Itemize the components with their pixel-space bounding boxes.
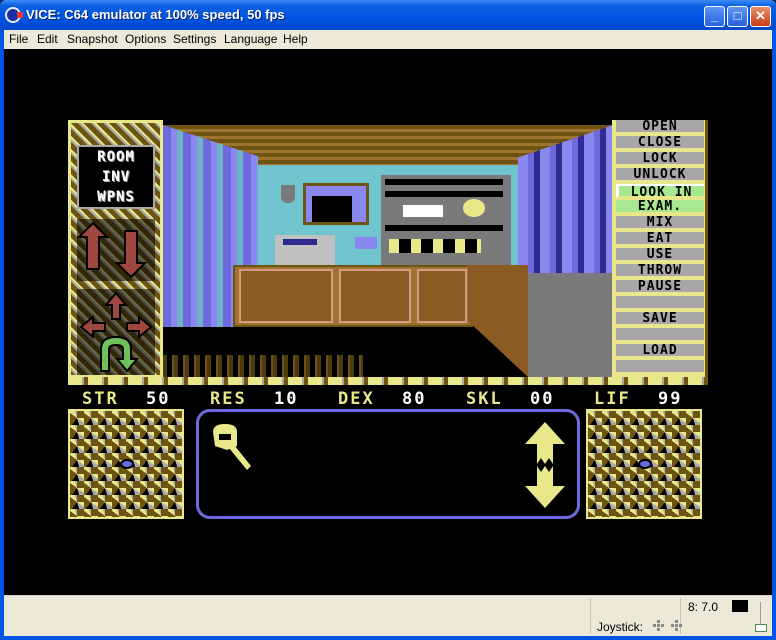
slider-thumb[interactable]: [755, 624, 767, 632]
vice-app-icon[interactable]: [5, 7, 23, 23]
drive-led-icon: [732, 600, 748, 612]
game-display[interactable]: ROOM INV WPNS OPEN CLOSE LOCK UNLOCK LOO…: [68, 120, 708, 520]
wall-panel[interactable]: [355, 237, 377, 249]
floor-debris: [163, 355, 363, 377]
status-bar: 8: 7.0 Joystick:: [4, 595, 772, 636]
cmd-pause[interactable]: PAUSE: [616, 280, 704, 294]
display-counters: [233, 265, 473, 327]
cmd-mix[interactable]: MIX: [616, 216, 704, 230]
menu-help[interactable]: Help: [283, 32, 308, 46]
close-button[interactable]: ✕: [750, 6, 771, 27]
gem-icon: [120, 459, 134, 469]
cmd-close[interactable]: CLOSE: [616, 136, 704, 150]
key-icon[interactable]: [207, 422, 257, 472]
stat-skl-value: 00: [530, 389, 555, 409]
cmd-unlock[interactable]: UNLOCK: [616, 168, 704, 182]
up-down-arrows: [76, 219, 155, 281]
cmd-open[interactable]: OPEN: [616, 120, 704, 134]
menu-options[interactable]: Options: [125, 32, 166, 46]
cmd-blank-2: [616, 328, 704, 342]
grey-machine[interactable]: [275, 235, 335, 265]
ornament-right: [586, 409, 702, 519]
counter-cabinet-2[interactable]: [339, 269, 411, 323]
cmd-blank-3: [616, 360, 704, 374]
counter-cabinet-3[interactable]: [417, 269, 467, 323]
shelf-bar: [385, 179, 503, 185]
menu-language[interactable]: Language: [224, 32, 277, 46]
stat-res-value: 10: [274, 389, 299, 409]
counter-side[interactable]: [468, 265, 528, 377]
cmd-save[interactable]: SAVE: [616, 312, 704, 326]
castle-painting[interactable]: [303, 183, 369, 225]
cmd-examine[interactable]: EXAM.: [616, 200, 704, 214]
scroll-down-arrow-icon[interactable]: [525, 466, 565, 508]
stat-dex-label: DEX: [338, 389, 375, 409]
stat-str-label: STR: [82, 389, 119, 409]
direction-icons: [79, 291, 153, 373]
mode-weapons[interactable]: WPNS: [79, 187, 153, 207]
maximize-button[interactable]: □: [727, 6, 748, 27]
turn-back-arrow-icon[interactable]: [100, 335, 140, 373]
joystick-label: Joystick:: [597, 620, 644, 634]
cmd-eat[interactable]: EAT: [616, 232, 704, 246]
counter-cabinet-1[interactable]: [239, 269, 333, 323]
cmd-throw[interactable]: THROW: [616, 264, 704, 278]
window-title: VICE: C64 emulator at 100% speed, 50 fps: [26, 7, 285, 22]
scroll-item[interactable]: [403, 205, 443, 217]
divider-strip: [68, 377, 708, 385]
mode-inventory[interactable]: INV: [79, 167, 153, 187]
menu-settings[interactable]: Settings: [173, 32, 216, 46]
room-view[interactable]: [163, 125, 613, 377]
stat-lif-label: LIF: [594, 389, 631, 409]
gem-icon: [638, 459, 652, 469]
minimize-button[interactable]: _: [704, 6, 725, 27]
cmd-look-in[interactable]: LOOK IN: [616, 184, 704, 198]
right-arrow-icon[interactable]: [126, 314, 153, 340]
gold-coin-item[interactable]: [463, 199, 485, 217]
display-shelf[interactable]: [381, 175, 511, 265]
stat-skl-label: SKL: [466, 389, 503, 409]
grey-cabinet[interactable]: [528, 273, 613, 377]
mode-selector: ROOM INV WPNS: [77, 145, 155, 209]
mode-room[interactable]: ROOM: [79, 147, 153, 167]
direction-pad: [77, 289, 155, 375]
menu-bar: File Edit Snapshot Options Settings Lang…: [4, 30, 772, 49]
volume-slider[interactable]: [754, 602, 768, 634]
navigation-panel: ROOM INV WPNS: [68, 120, 163, 378]
cmd-use[interactable]: USE: [616, 248, 704, 262]
menu-edit[interactable]: Edit: [37, 32, 58, 46]
menu-snapshot[interactable]: Snapshot: [67, 32, 118, 46]
cmd-lock[interactable]: LOCK: [616, 152, 704, 166]
shelf-bar: [385, 191, 503, 197]
command-menu: OPEN CLOSE LOCK UNLOCK LOOK IN EXAM. MIX…: [612, 120, 708, 378]
scroll-up-arrow-icon[interactable]: [525, 422, 565, 464]
down-arrow-icon[interactable]: [114, 230, 148, 279]
cmd-blank-1: [616, 296, 704, 310]
shelf-bar: [385, 225, 503, 231]
stat-res-label: RES: [210, 389, 247, 409]
wall-shield[interactable]: [281, 185, 295, 203]
title-bar[interactable]: VICE: C64 emulator at 100% speed, 50 fps…: [0, 0, 776, 30]
character-stats: STR 50 RES 10 DEX 80 SKL 00 LIF 99: [68, 387, 708, 409]
vice-window: VICE: C64 emulator at 100% speed, 50 fps…: [0, 0, 776, 640]
up-arrow-icon[interactable]: [76, 221, 110, 270]
stat-dex-value: 80: [402, 389, 427, 409]
menu-file[interactable]: File: [9, 32, 28, 46]
stat-str-value: 50: [146, 389, 171, 409]
drive-status: 8: 7.0: [688, 600, 719, 614]
up-down-arrow-icons: [76, 221, 148, 279]
cmd-load[interactable]: LOAD: [616, 344, 704, 358]
left-arrow-icon[interactable]: [79, 314, 106, 340]
inventory-box[interactable]: [196, 409, 580, 519]
shelf-glyphs: [389, 239, 481, 253]
stat-lif-value: 99: [658, 389, 683, 409]
joystick-indicator-icon: [649, 619, 689, 633]
ornament-left: [68, 409, 184, 519]
forward-arrow-icon[interactable]: [103, 291, 129, 320]
status-separator: [590, 598, 591, 634]
